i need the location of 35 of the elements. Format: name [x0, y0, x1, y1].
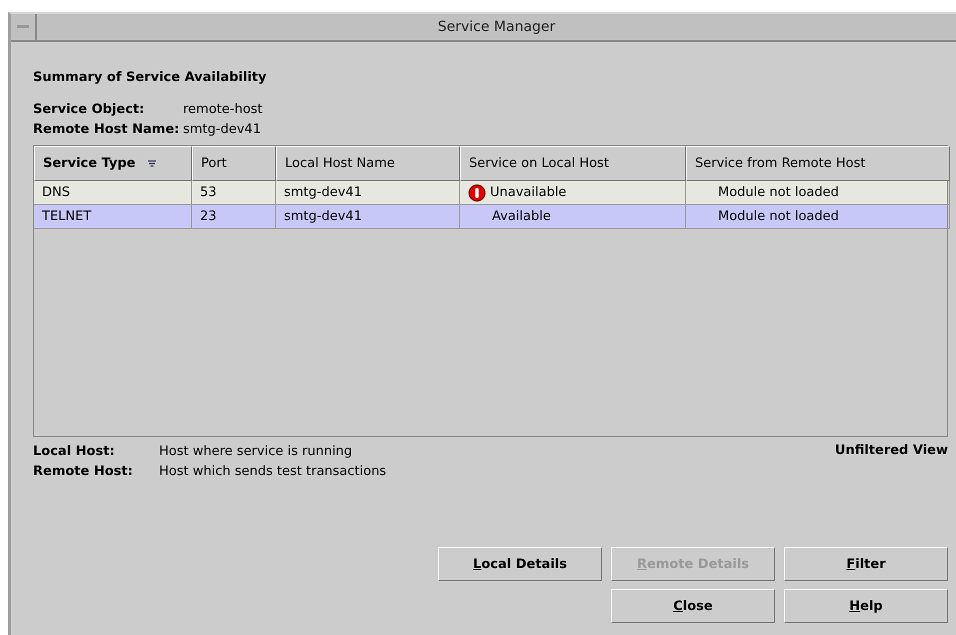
dialog-button[interactable]: Local Details [438, 547, 602, 581]
table-row[interactable]: DNS 53 smtg-dev41 Unavailable Module not loaded [34, 181, 947, 205]
column-header[interactable]: Port [192, 146, 276, 181]
table-cell: Unavailable [490, 185, 566, 200]
table-cell: smtg-dev41 [284, 209, 362, 224]
sort-icon [148, 160, 156, 168]
field-label: Remote Host Name: [33, 122, 180, 136]
dialog-button[interactable]: Filter [784, 547, 948, 581]
table-cell: DNS [42, 185, 70, 200]
column-header[interactable]: Local Host Name [276, 146, 460, 181]
field-label: Service Object: [33, 102, 146, 116]
table-cell: TELNET [42, 209, 92, 224]
table-cell: Available [492, 209, 551, 224]
legend-text: Host where service is running [159, 444, 352, 458]
legend-text: Host which sends test transactions [159, 464, 386, 478]
column-header[interactable]: Service from Remote Host [686, 146, 950, 181]
window-menu-icon[interactable] [17, 25, 29, 29]
table-cell: Module not loaded [718, 209, 839, 224]
table-cell: 53 [200, 185, 217, 200]
dialog-button[interactable]: Help [784, 589, 948, 623]
legend-label: Remote Host: [33, 464, 134, 478]
column-header[interactable]: Service on Local Host [460, 146, 686, 181]
dialog-button[interactable]: Close [611, 589, 775, 623]
alert-icon [468, 184, 486, 202]
table-cell: 23 [200, 209, 217, 224]
view-label: Unfiltered View [834, 443, 948, 460]
table-cell: smtg-dev41 [284, 185, 362, 200]
column-header[interactable]: Service Type [34, 146, 192, 181]
field-value: smtg-dev41 [183, 122, 261, 136]
table-cell: Module not loaded [718, 185, 839, 200]
window-title: Service Manager [436, 19, 556, 35]
legend-label: Local Host: [33, 444, 116, 458]
field-value: remote-host [183, 102, 263, 116]
table-row[interactable]: TELNET 23 smtg-dev41 Available Module not loaded [34, 205, 947, 229]
section-heading: Summary of Service Availability [33, 70, 268, 85]
